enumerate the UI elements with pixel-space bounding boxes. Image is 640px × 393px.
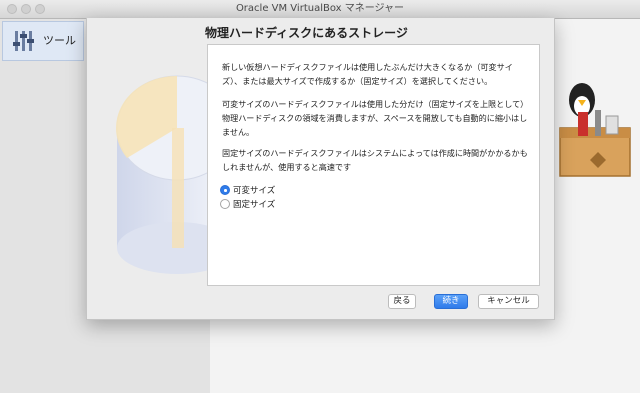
minimize-window-button[interactable] [21, 4, 31, 14]
dialog-title: 物理ハードディスクにあるストレージ [205, 26, 408, 40]
close-window-button[interactable] [7, 4, 17, 14]
description-paragraph: 新しい仮想ハードディスクファイルは使用したぶんだけ大きくなるか（可変サイズ）、ま… [222, 62, 513, 86]
zoom-window-button[interactable] [35, 4, 45, 14]
next-button[interactable]: 続き [434, 294, 468, 309]
sidebar-item-tools[interactable]: ツール [2, 21, 84, 61]
window-titlebar: Oracle VM VirtualBox マネージャー [0, 0, 640, 19]
description-paragraph: 固定サイズのハードディスクファイルはシステムによっては作成に時間がかかるかもしれ… [222, 148, 528, 172]
option-dynamic-size[interactable]: 可変サイズ [220, 184, 275, 196]
cancel-button[interactable]: キャンセル [478, 294, 539, 309]
create-disk-dialog: 物理ハードディスクにあるストレージ 新しい仮想ハードディスクファイルは使用したぶ… [86, 18, 555, 320]
sidebar-item-label: ツール [43, 34, 76, 47]
toolbox-mascot-icon [559, 83, 631, 177]
option-label: 可変サイズ [233, 186, 276, 196]
option-label: 固定サイズ [233, 200, 276, 210]
hard-disk-illustration [116, 75, 227, 274]
tools-icon [13, 31, 34, 51]
description-paragraph: 可変サイズのハードディスクファイルは使用した分だけ（固定サイズを上限として）物理… [222, 99, 528, 137]
back-button[interactable]: 戻る [388, 294, 416, 309]
radio-unselected-icon[interactable] [220, 199, 230, 209]
option-fixed-size[interactable]: 固定サイズ [220, 198, 275, 210]
window-title: Oracle VM VirtualBox マネージャー [235, 3, 405, 14]
radio-selected-icon[interactable] [220, 185, 230, 195]
dialog-content-panel: 新しい仮想ハードディスクファイルは使用したぶんだけ大きくなるか（可変サイズ）、ま… [207, 44, 540, 286]
